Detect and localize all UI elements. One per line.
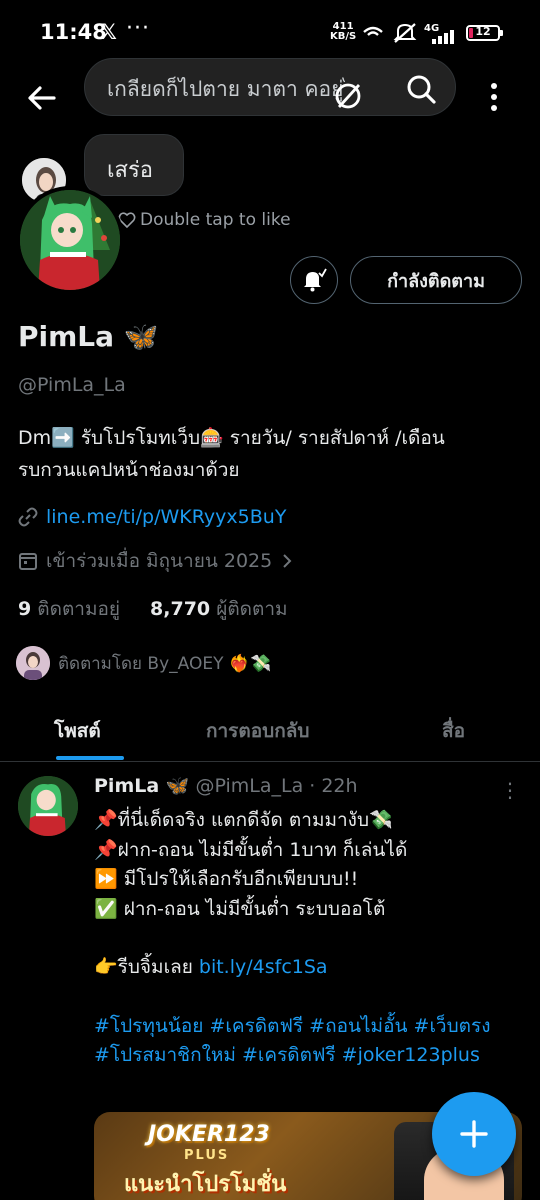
x-app-icon: 𝕏 bbox=[100, 20, 117, 44]
post-link[interactable]: bit.ly/4sfc1Sa bbox=[199, 956, 328, 978]
mute-icon bbox=[393, 23, 417, 43]
profile-name: PimLa 🦋 bbox=[18, 320, 159, 353]
tab-media[interactable]: สื่อ bbox=[442, 716, 465, 746]
plus-icon bbox=[460, 1120, 488, 1148]
profile-tabs: โพสต์ การตอบกลับ สื่อ bbox=[0, 700, 540, 762]
link-icon bbox=[18, 507, 38, 527]
status-bar: 11:48 𝕏 ··· 411 KB/S 4G 12 bbox=[0, 0, 540, 64]
search-text: เกลียดก็ไปตาย มาตา คอยู่ไ้ bbox=[107, 77, 345, 101]
search-icon[interactable] bbox=[405, 73, 437, 105]
notification-bell-button[interactable] bbox=[290, 256, 338, 304]
joined-date-row[interactable]: เข้าร่วมเมื่อ มิถุนายน 2025 bbox=[18, 546, 294, 576]
double-tap-hint: Double tap to like bbox=[118, 210, 291, 230]
followers-stat[interactable]: 8,770 ผู้ติดตาม bbox=[150, 594, 288, 624]
post-hashtags[interactable]: #โปรทุนน้อย #เครดิตฟรี #ถอนไม่อั้น #เว็บ… bbox=[94, 1012, 526, 1071]
chevron-right-icon bbox=[283, 554, 292, 568]
network-speed: 411 KB/S bbox=[330, 21, 357, 42]
battery-icon: 12 bbox=[466, 25, 503, 41]
compose-post-button[interactable] bbox=[432, 1092, 516, 1176]
not-interested-icon[interactable] bbox=[333, 81, 363, 111]
calendar-icon bbox=[19, 553, 37, 570]
follow-stats: 9 ติดตามอยู่ 8,770 ผู้ติดตาม bbox=[18, 594, 288, 624]
profile-handle: @PimLa_La bbox=[18, 374, 126, 396]
reply-bubble[interactable]: เสร่อ bbox=[84, 134, 184, 196]
reply-text: เสร่อ bbox=[107, 158, 153, 183]
profile-avatar[interactable] bbox=[16, 186, 124, 294]
tab-posts[interactable]: โพสต์ bbox=[54, 716, 101, 746]
more-options-icon[interactable] bbox=[484, 80, 504, 116]
profile-link[interactable]: line.me/ti/p/WKRyyx5BuY bbox=[46, 506, 286, 528]
followed-by-row[interactable]: ติดตามโดย By_AOEY ❤️‍🔥💸 bbox=[16, 646, 271, 680]
post-avatar[interactable] bbox=[18, 776, 78, 836]
profile-bio: Dm➡️ รับโปรโมทเว็บ🎰 รายวัน/ รายสัปดาห์ /… bbox=[18, 427, 445, 481]
tab-replies[interactable]: การตอบกลับ bbox=[206, 716, 309, 746]
profile-link-row: line.me/ti/p/WKRyyx5BuY bbox=[18, 506, 286, 528]
post-text: 📌ที่นี่เด็ดจริง แตกดีจัด ตามมางับ💸 📌ฝาก-… bbox=[94, 806, 526, 1071]
back-arrow-icon[interactable] bbox=[24, 80, 60, 116]
following-button[interactable]: กำลังติดตาม bbox=[350, 256, 522, 304]
post-handle-time: @PimLa_La · 22h bbox=[195, 774, 358, 797]
post-more-icon[interactable]: ⋮ bbox=[500, 778, 521, 802]
search-bar[interactable]: เกลียดก็ไปตาย มาตา คอยู่ไ้ bbox=[84, 58, 456, 116]
post-header: PimLa 🦋 @PimLa_La · 22h bbox=[94, 774, 358, 798]
following-stat[interactable]: 9 ติดตามอยู่ bbox=[18, 594, 120, 624]
status-time: 11:48 bbox=[40, 20, 107, 44]
more-notifications-icon: ··· bbox=[126, 16, 150, 41]
signal-icon bbox=[432, 30, 454, 44]
post-author-name[interactable]: PimLa 🦋 bbox=[94, 774, 189, 797]
hotspot-icon bbox=[363, 26, 383, 36]
active-tab-indicator bbox=[56, 756, 124, 760]
bell-check-icon bbox=[304, 268, 327, 292]
follower-avatar bbox=[16, 646, 50, 680]
